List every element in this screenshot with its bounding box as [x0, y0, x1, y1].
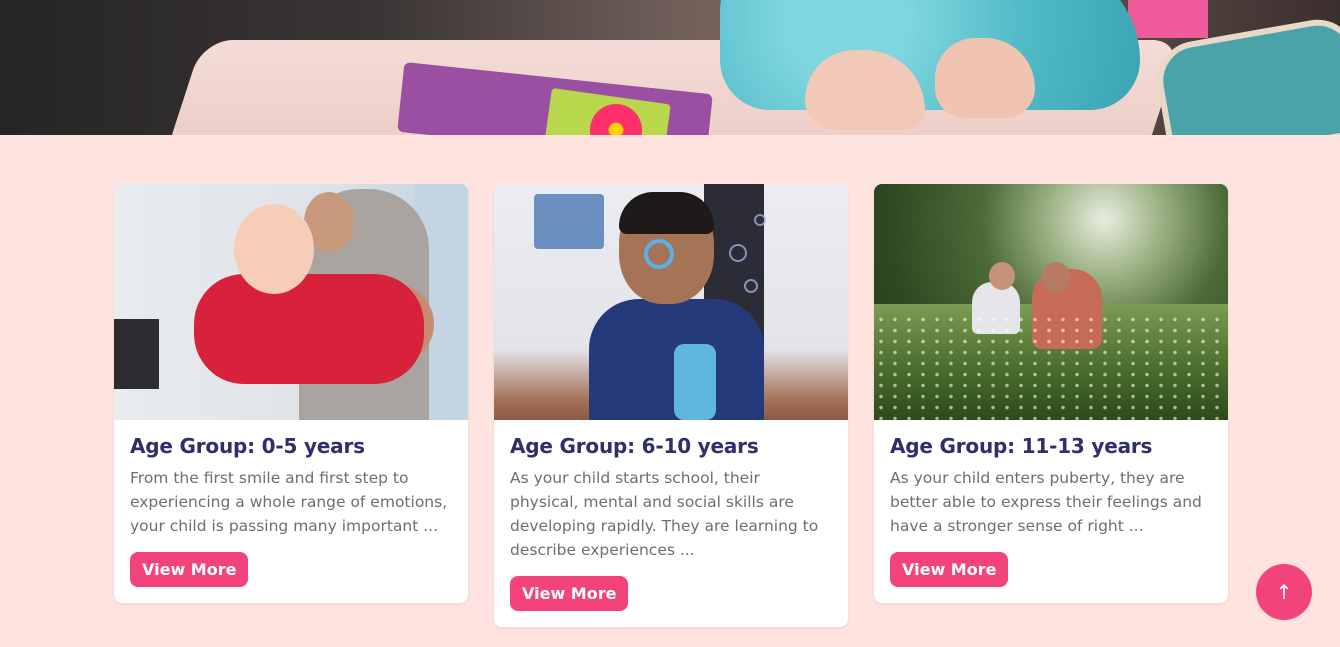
- card-description: From the first smile and first step to e…: [130, 469, 448, 535]
- view-more-button[interactable]: View More: [890, 552, 1009, 587]
- card-image-boy-bubbles: [494, 184, 848, 420]
- arrow-up-icon: ↑: [1275, 580, 1293, 604]
- card-description: As your child enters puberty, they are b…: [890, 469, 1202, 535]
- view-more-button[interactable]: View More: [130, 552, 249, 587]
- card-title: Age Group: 6-10 years: [510, 434, 759, 458]
- scroll-to-top-button[interactable]: ↑: [1256, 564, 1312, 620]
- age-group-card-0-5: Age Group: 0-5 years From the first smil…: [114, 184, 468, 603]
- card-image-baby: [114, 184, 468, 420]
- card-image-outdoor-family: [874, 184, 1228, 420]
- age-group-card-11-13: Age Group: 11-13 years As your child ent…: [874, 184, 1228, 603]
- card-title: Age Group: 0-5 years: [130, 434, 365, 458]
- card-description: As your child starts school, their physi…: [510, 469, 819, 559]
- card-title: Age Group: 11-13 years: [890, 434, 1153, 458]
- age-group-card-6-10: Age Group: 6-10 years As your child star…: [494, 184, 848, 627]
- hero-banner-image: [0, 0, 1340, 135]
- view-more-button[interactable]: View More: [510, 576, 629, 611]
